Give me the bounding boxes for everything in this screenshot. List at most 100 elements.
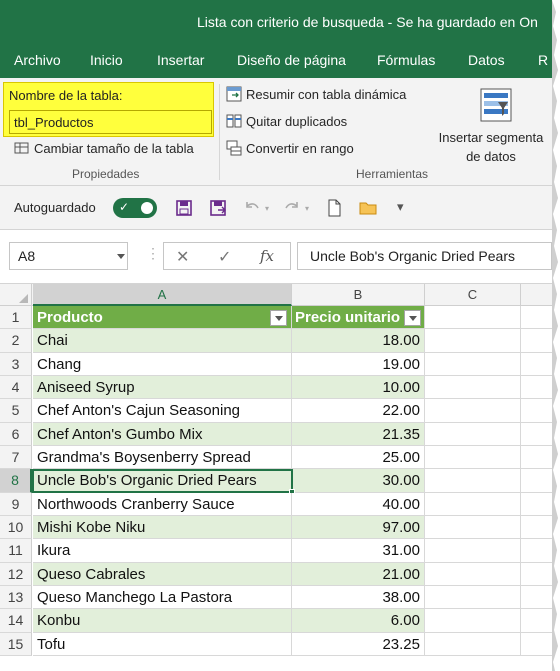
cell-precio[interactable]: 25.00 xyxy=(292,445,425,470)
customize-qat-icon[interactable]: ▾ xyxy=(397,199,404,215)
cell-c[interactable] xyxy=(425,422,521,446)
cell-producto[interactable]: Chai xyxy=(33,329,292,353)
fx-icon[interactable]: fx xyxy=(260,247,274,265)
cell-d[interactable] xyxy=(521,352,552,376)
row-header[interactable]: 6 xyxy=(0,422,32,446)
cell-precio[interactable]: 6.00 xyxy=(292,609,425,633)
cell-d[interactable] xyxy=(521,515,552,540)
cell-producto[interactable]: Ikura xyxy=(33,539,292,563)
undo-dropdown-icon[interactable]: ▾ xyxy=(265,204,269,213)
tab-insertar[interactable]: Insertar xyxy=(157,52,204,68)
filter-dropdown-icon[interactable] xyxy=(270,310,287,326)
cell-precio[interactable]: 30.00 xyxy=(292,469,425,493)
cell-precio[interactable]: 22.00 xyxy=(292,399,425,423)
cell-c[interactable] xyxy=(425,399,521,423)
cell-producto[interactable]: Tofu xyxy=(33,632,292,656)
cell-c[interactable] xyxy=(425,539,521,563)
cell-c[interactable] xyxy=(425,562,521,586)
enter-icon[interactable]: ✓ xyxy=(218,247,231,267)
cell-producto[interactable]: Chef Anton's Cajun Seasoning xyxy=(33,399,292,423)
cell-d[interactable] xyxy=(521,562,552,586)
row-header[interactable]: 2 xyxy=(0,329,32,353)
cell-d[interactable] xyxy=(521,375,552,400)
cell-c[interactable] xyxy=(425,329,521,353)
cell-c[interactable] xyxy=(425,632,521,656)
save-icon[interactable] xyxy=(174,198,194,218)
cell-c[interactable] xyxy=(425,585,521,610)
table-name-input[interactable] xyxy=(9,110,212,134)
row-header[interactable]: 15 xyxy=(0,632,32,656)
cell-d[interactable] xyxy=(521,539,552,563)
redo-dropdown-icon[interactable]: ▾ xyxy=(305,204,309,213)
cell-precio[interactable]: 31.00 xyxy=(292,539,425,563)
row-header[interactable]: 1 xyxy=(0,306,32,330)
open-folder-icon[interactable] xyxy=(358,198,378,218)
save-as-icon[interactable] xyxy=(208,198,228,218)
new-file-icon[interactable] xyxy=(324,198,344,218)
cell-d[interactable] xyxy=(521,399,552,423)
cell-c[interactable] xyxy=(425,492,521,516)
row-header[interactable]: 14 xyxy=(0,609,32,633)
row-header[interactable]: 11 xyxy=(0,539,32,563)
cell-producto[interactable]: Queso Cabrales xyxy=(33,562,292,586)
summarize-pivot-button[interactable]: Resumir con tabla dinámica xyxy=(226,86,406,102)
cell-precio[interactable]: 18.00 xyxy=(292,329,425,353)
cell-producto[interactable]: Aniseed Syrup xyxy=(33,375,292,400)
cell-c[interactable] xyxy=(425,445,521,470)
cell-producto[interactable]: Chang xyxy=(33,352,292,376)
row-header[interactable]: 3 xyxy=(0,352,32,376)
row-header[interactable]: 9 xyxy=(0,492,32,516)
table-header-producto[interactable]: Producto xyxy=(33,306,292,330)
cancel-icon[interactable]: ✕ xyxy=(176,247,189,267)
row-header[interactable]: 5 xyxy=(0,399,32,423)
cell-producto[interactable]: Chef Anton's Gumbo Mix xyxy=(33,422,292,446)
cell-producto[interactable]: Konbu xyxy=(33,609,292,633)
cell-d[interactable] xyxy=(521,329,552,353)
autosave-toggle[interactable]: ✓ xyxy=(113,198,157,218)
cell-c[interactable] xyxy=(425,352,521,376)
cell-precio[interactable]: 38.00 xyxy=(292,585,425,610)
undo-icon[interactable] xyxy=(242,198,262,218)
cell-precio[interactable]: 23.25 xyxy=(292,632,425,656)
cell-producto[interactable]: Northwoods Cranberry Sauce xyxy=(33,492,292,516)
cell-d[interactable] xyxy=(521,445,552,470)
cell-d[interactable] xyxy=(521,585,552,610)
redo-icon[interactable] xyxy=(282,198,302,218)
column-header-a[interactable]: A xyxy=(33,284,292,306)
cell-d[interactable] xyxy=(521,469,552,493)
resize-table-button[interactable]: Cambiar tamaño de la tabla xyxy=(14,140,194,156)
cell-producto[interactable]: Queso Manchego La Pastora xyxy=(33,585,292,610)
row-header[interactable]: 4 xyxy=(0,375,32,400)
cell-d[interactable] xyxy=(521,609,552,633)
tab-datos[interactable]: Datos xyxy=(468,52,505,68)
cell-precio[interactable]: 19.00 xyxy=(292,352,425,376)
row-header[interactable]: 7 xyxy=(0,445,32,470)
cell-precio[interactable]: 40.00 xyxy=(292,492,425,516)
cell-c[interactable] xyxy=(425,469,521,493)
cell-d[interactable] xyxy=(521,422,552,446)
tab-formulas[interactable]: Fórmulas xyxy=(377,52,435,68)
cell-reference-box[interactable]: A8 xyxy=(9,242,128,270)
tab-revisar[interactable]: R xyxy=(538,52,548,68)
remove-duplicates-button[interactable]: Quitar duplicados xyxy=(226,113,347,129)
column-header-b[interactable]: B xyxy=(292,284,425,306)
tab-diseno-pagina[interactable]: Diseño de página xyxy=(237,52,346,68)
cell-precio[interactable]: 21.00 xyxy=(292,562,425,586)
select-all-corner[interactable] xyxy=(0,284,32,306)
tab-archivo[interactable]: Archivo xyxy=(14,52,61,68)
cell-reference-dropdown-icon[interactable] xyxy=(117,254,125,259)
tab-inicio[interactable]: Inicio xyxy=(90,52,123,68)
cell-d[interactable] xyxy=(521,632,552,656)
row-header[interactable]: 13 xyxy=(0,585,32,610)
row-header[interactable]: 8 xyxy=(0,469,32,493)
cell-c[interactable] xyxy=(425,515,521,540)
row-header[interactable]: 10 xyxy=(0,515,32,540)
insert-slicer-button[interactable]: Insertar segmenta de datos xyxy=(430,82,552,166)
cell-c[interactable] xyxy=(425,375,521,400)
cell-producto[interactable]: Grandma's Boysenberry Spread xyxy=(33,445,292,470)
row-header[interactable]: 12 xyxy=(0,562,32,586)
cell-producto[interactable]: Mishi Kobe Niku xyxy=(33,515,292,540)
cell-precio[interactable]: 21.35 xyxy=(292,422,425,446)
filter-dropdown-icon[interactable] xyxy=(404,310,421,326)
cell-precio[interactable]: 10.00 xyxy=(292,375,425,400)
